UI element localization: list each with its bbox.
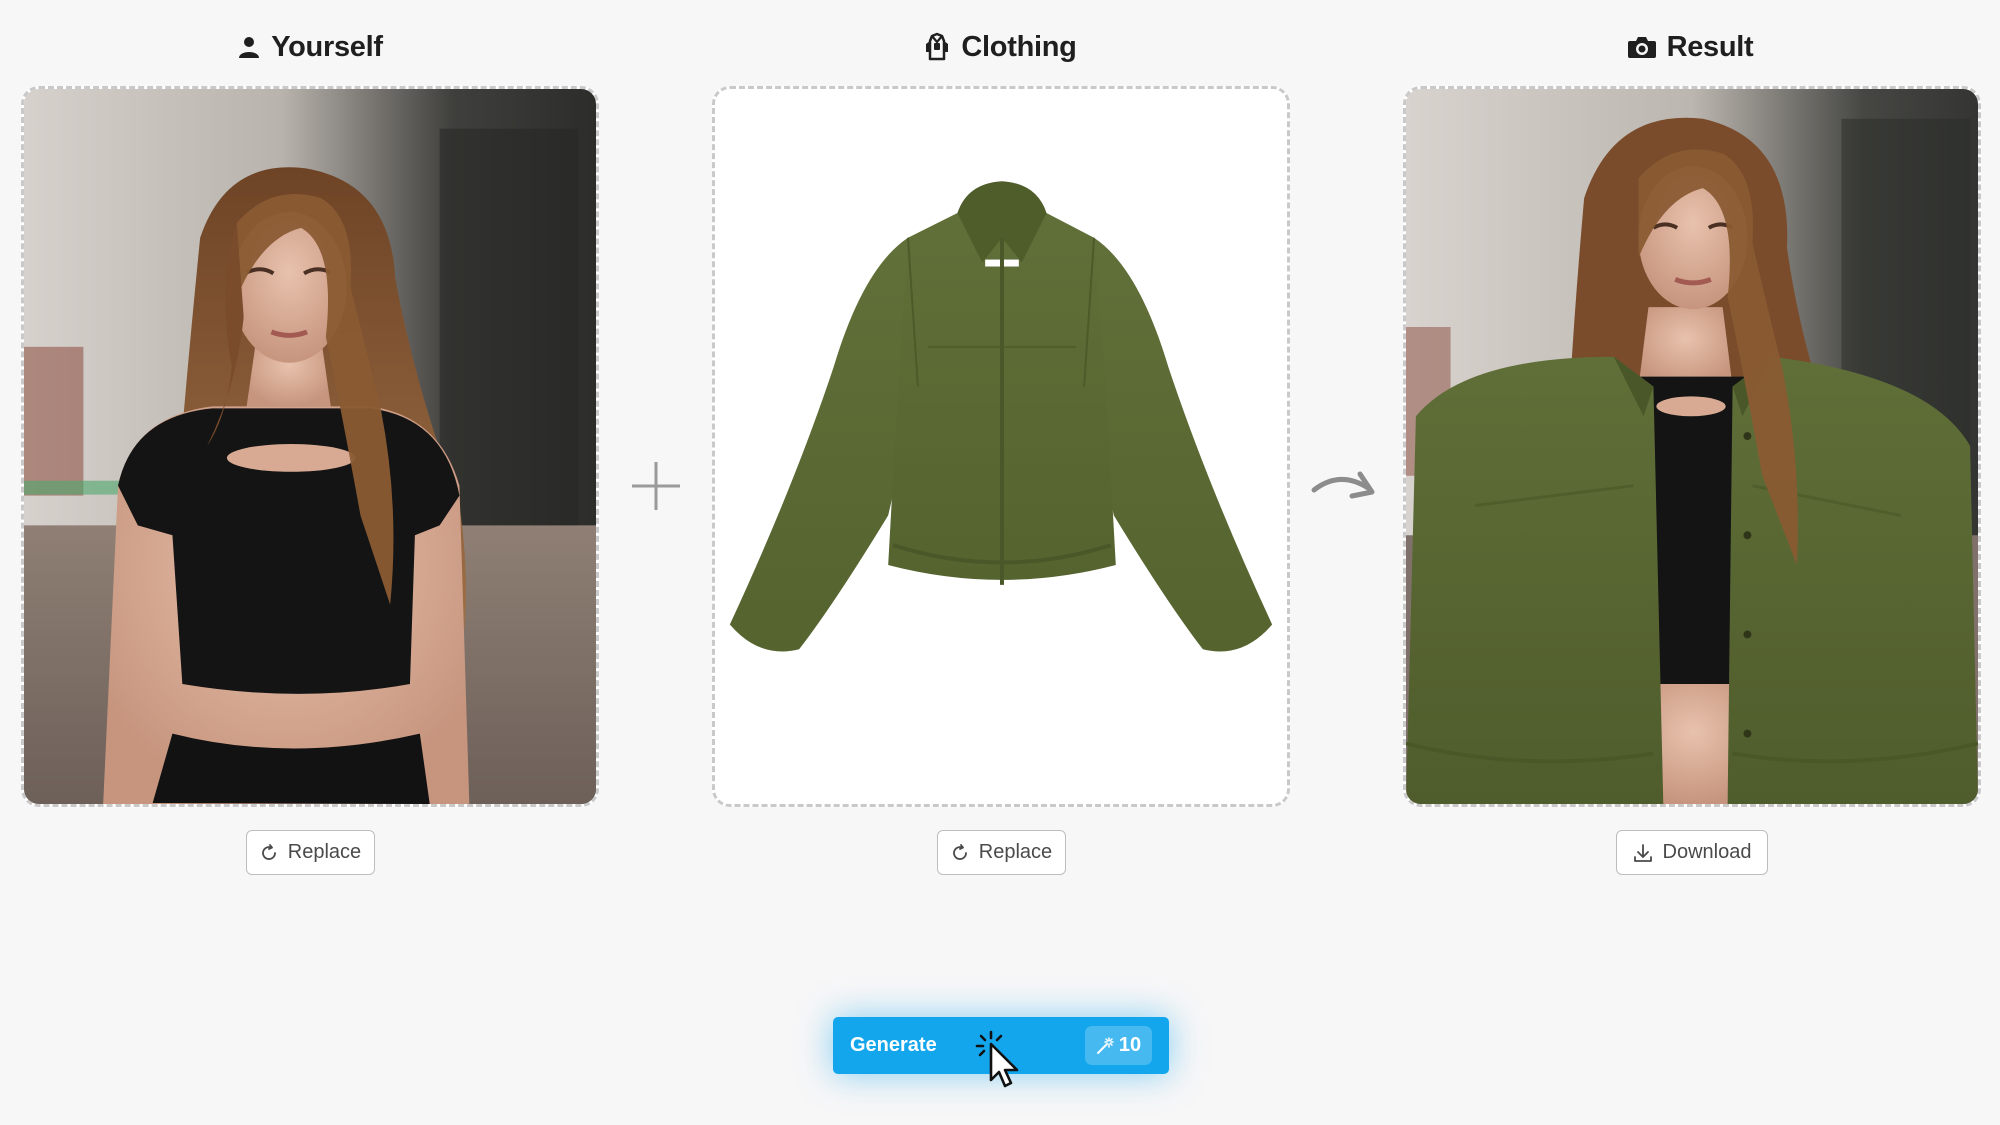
generate-label: Generate (850, 1034, 937, 1056)
credits-badge: 10 (1085, 1026, 1152, 1065)
try-on-workspace: Yourself Clothing Result Replace Replace… (0, 0, 2000, 1125)
person-photo (24, 89, 596, 804)
result-image-panel (1403, 86, 1981, 807)
download-button[interactable]: Download (1616, 830, 1768, 875)
result-title: Result (1666, 30, 1754, 63)
result-header: Result (1540, 26, 1840, 68)
jacket-photo (715, 89, 1287, 804)
yourself-header: Yourself (160, 26, 460, 68)
clothing-icon (926, 32, 949, 61)
refresh-icon (261, 843, 276, 860)
clothing-title: Clothing (961, 30, 1077, 63)
replace-yourself-button[interactable]: Replace (246, 830, 375, 875)
result-photo (1406, 89, 1978, 804)
download-label: Download (1662, 841, 1752, 863)
yourself-title: Yourself (271, 30, 383, 63)
refresh-icon (952, 843, 967, 860)
curved-arrow-icon (1311, 471, 1375, 499)
mouse-cursor-icon (975, 1030, 1019, 1088)
clothing-image-panel[interactable] (712, 86, 1290, 807)
plus-icon (632, 462, 680, 510)
replace-clothing-button[interactable]: Replace (937, 830, 1066, 875)
download-icon (1633, 843, 1652, 862)
credits-count: 10 (1118, 1034, 1142, 1056)
magic-wand-icon (1096, 1036, 1114, 1054)
replace-yourself-label: Replace (287, 841, 362, 863)
user-icon (239, 37, 260, 58)
yourself-image-panel[interactable] (21, 86, 599, 807)
camera-icon (1627, 37, 1656, 58)
clothing-header: Clothing (850, 26, 1150, 68)
replace-clothing-label: Replace (978, 841, 1053, 863)
